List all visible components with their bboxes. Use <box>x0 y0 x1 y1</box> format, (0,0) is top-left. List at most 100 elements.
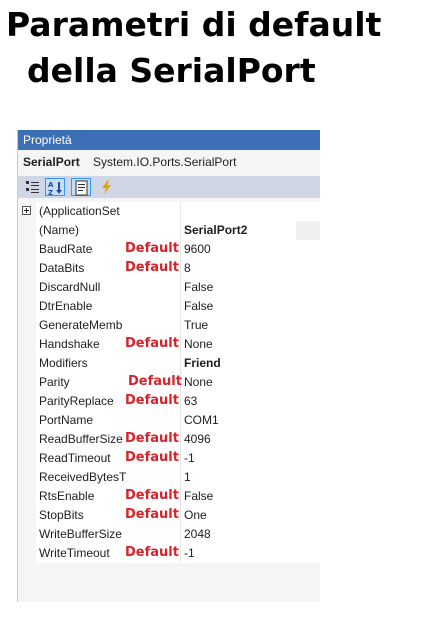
column-divider[interactable] <box>180 487 181 506</box>
property-row[interactable]: (ApplicationSet <box>18 202 320 221</box>
events-button[interactable] <box>97 178 117 196</box>
svg-text:Z: Z <box>48 189 53 196</box>
default-annotation: Default <box>125 450 179 465</box>
row-gutter <box>18 430 36 449</box>
property-name: GenerateMemb <box>39 318 123 332</box>
property-name: (Name) <box>39 223 80 237</box>
svg-text:A: A <box>48 181 54 189</box>
properties-panel-header: Proprietà <box>18 130 320 150</box>
column-divider[interactable] <box>180 259 181 278</box>
property-row[interactable]: BaudRate 9600 Default <box>18 240 320 259</box>
property-name: Modifiers <box>39 356 88 370</box>
property-value[interactable]: False <box>184 278 213 297</box>
row-gutter <box>18 411 36 430</box>
column-divider[interactable] <box>180 335 181 354</box>
column-divider[interactable] <box>180 392 181 411</box>
property-value[interactable]: Friend <box>184 354 221 373</box>
default-annotation: Default <box>125 431 179 446</box>
categorized-button[interactable] <box>23 178 43 196</box>
row-gutter <box>18 392 36 411</box>
property-name: Parity <box>39 375 70 389</box>
row-gutter <box>18 316 36 335</box>
property-name: Handshake <box>39 337 100 351</box>
value-dropdown-area <box>296 221 320 240</box>
property-value[interactable]: None <box>184 373 213 392</box>
row-gutter <box>18 335 36 354</box>
column-divider[interactable] <box>180 468 181 487</box>
property-value[interactable]: COM1 <box>184 411 219 430</box>
expand-plus-icon[interactable] <box>22 206 31 215</box>
column-divider[interactable] <box>180 202 181 221</box>
property-row[interactable]: ParityReplace 63 Default <box>18 392 320 411</box>
property-value[interactable]: -1 <box>184 544 195 563</box>
properties-toolbar: A Z <box>18 176 320 198</box>
default-annotation: Default <box>125 260 179 275</box>
row-gutter <box>18 240 36 259</box>
column-divider[interactable] <box>180 430 181 449</box>
property-value[interactable]: 2048 <box>184 525 211 544</box>
events-lightning-icon <box>102 180 111 194</box>
property-value[interactable]: 1 <box>184 468 191 487</box>
property-row[interactable]: ReadBufferSize 4096 Default <box>18 430 320 449</box>
property-row[interactable]: ReceivedBytesT 1 <box>18 468 320 487</box>
object-selector[interactable]: SerialPort System.IO.Ports.SerialPort <box>18 150 320 174</box>
column-divider[interactable] <box>180 544 181 563</box>
default-annotation: Default <box>125 241 179 256</box>
property-value[interactable]: SerialPort2 <box>184 221 247 240</box>
property-name: DiscardNull <box>39 280 101 294</box>
property-name: ReadBufferSize <box>39 432 123 446</box>
property-value[interactable]: 8 <box>184 259 191 278</box>
alphabetical-button[interactable]: A Z <box>45 178 65 196</box>
row-gutter <box>18 525 36 544</box>
alphabetical-sort-icon: A Z <box>48 181 62 196</box>
properties-page-button[interactable] <box>71 178 91 196</box>
row-gutter <box>18 449 36 468</box>
column-divider[interactable] <box>180 221 181 240</box>
property-value[interactable]: -1 <box>184 449 195 468</box>
properties-panel: Proprietà SerialPort System.IO.Ports.Ser… <box>17 130 320 602</box>
row-gutter <box>18 544 36 563</box>
column-divider[interactable] <box>180 354 181 373</box>
property-row[interactable]: DiscardNull False <box>18 278 320 297</box>
property-value[interactable]: 63 <box>184 392 197 411</box>
column-divider[interactable] <box>180 316 181 335</box>
property-row[interactable]: PortName COM1 <box>18 411 320 430</box>
column-divider[interactable] <box>180 278 181 297</box>
column-divider[interactable] <box>180 506 181 525</box>
property-row[interactable]: Parity None Default <box>18 373 320 392</box>
property-row[interactable]: WriteBufferSize 2048 <box>18 525 320 544</box>
property-name: ReadTimeout <box>39 451 111 465</box>
object-type: System.IO.Ports.SerialPort <box>93 155 237 169</box>
column-divider[interactable] <box>180 240 181 259</box>
property-row[interactable]: DtrEnable False <box>18 297 320 316</box>
property-value[interactable]: 4096 <box>184 430 211 449</box>
property-name: RtsEnable <box>39 489 95 503</box>
property-row[interactable]: DataBits 8 Default <box>18 259 320 278</box>
property-value[interactable]: False <box>184 487 213 506</box>
property-value[interactable]: True <box>184 316 208 335</box>
property-value[interactable]: One <box>184 506 207 525</box>
property-value[interactable]: 9600 <box>184 240 211 259</box>
property-row[interactable]: RtsEnable False Default <box>18 487 320 506</box>
property-value[interactable]: False <box>184 297 213 316</box>
column-divider[interactable] <box>180 525 181 544</box>
property-row[interactable]: WriteTimeout -1 Default <box>18 544 320 563</box>
row-gutter <box>18 487 36 506</box>
property-name: WriteTimeout <box>39 546 110 560</box>
property-name: DataBits <box>39 261 85 275</box>
property-row[interactable]: GenerateMemb True <box>18 316 320 335</box>
property-row[interactable]: StopBits One Default <box>18 506 320 525</box>
property-row[interactable]: Modifiers Friend <box>18 354 320 373</box>
property-row[interactable]: ReadTimeout -1 Default <box>18 449 320 468</box>
property-grid: (ApplicationSet (Name) SerialPort2 BaudRate… <box>18 202 320 563</box>
property-value[interactable]: None <box>184 335 213 354</box>
property-row[interactable]: Handshake None Default <box>18 335 320 354</box>
column-divider[interactable] <box>180 297 181 316</box>
default-annotation: Default <box>128 374 182 389</box>
column-divider[interactable] <box>180 411 181 430</box>
row-gutter <box>18 278 36 297</box>
property-name: ParityReplace <box>39 394 114 408</box>
column-divider[interactable] <box>180 449 181 468</box>
default-annotation: Default <box>125 488 179 503</box>
property-row[interactable]: (Name) SerialPort2 <box>18 221 320 240</box>
